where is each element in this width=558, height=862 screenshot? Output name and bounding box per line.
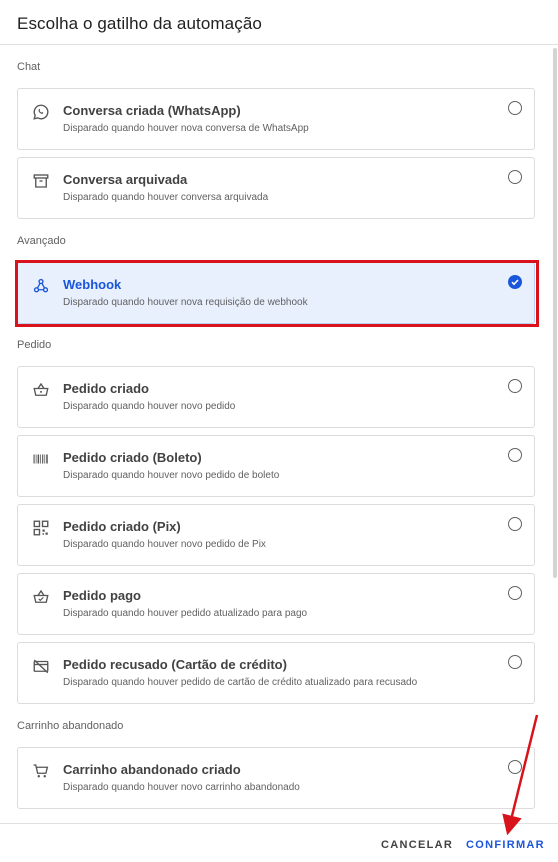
basket-icon (32, 381, 50, 399)
credit-card-off-icon (32, 657, 50, 675)
dialog-header: Escolha o gatilho da automação (0, 0, 558, 45)
card-description: Disparado quando houver nova requisição … (63, 297, 308, 308)
confirm-button[interactable]: CONFIRMAR (466, 839, 545, 851)
card-description: Disparado quando houver novo pedido de P… (63, 539, 266, 550)
section-label-pedido: Pedido (17, 339, 52, 351)
radio-button[interactable] (508, 655, 522, 669)
trigger-card-carrinho-abandonado[interactable]: Carrinho abandonado criado Disparado qua… (17, 747, 535, 809)
trigger-card-conversa-criada[interactable]: Conversa criada (WhatsApp) Disparado qua… (17, 88, 535, 150)
scrollbar-thumb[interactable] (553, 48, 557, 578)
section-label-carrinho-abandonado: Carrinho abandonado (17, 720, 124, 732)
dialog-title: Escolha o gatilho da automação (17, 14, 262, 33)
webhook-icon (32, 277, 50, 295)
whatsapp-icon (32, 103, 50, 121)
basket-check-icon (32, 588, 50, 606)
check-icon (511, 279, 519, 286)
archive-icon (32, 172, 50, 190)
card-description: Disparado quando houver novo carrinho ab… (63, 782, 300, 793)
card-description: Disparado quando houver pedido de cartão… (63, 677, 418, 688)
section-label-chat: Chat (17, 61, 41, 73)
trigger-list[interactable]: Chat Conversa criada (WhatsApp) Disparad… (0, 46, 558, 823)
trigger-dialog: Escolha o gatilho da automação Chat Conv… (0, 0, 558, 862)
card-title: Carrinho abandonado criado (63, 762, 241, 777)
trigger-card-pedido-pago[interactable]: Pedido pago Disparado quando houver pedi… (17, 573, 535, 635)
radio-button[interactable] (508, 101, 522, 115)
trigger-card-pedido-pix[interactable]: Pedido criado (Pix) Disparado quando hou… (17, 504, 535, 566)
trigger-card-webhook[interactable]: Webhook Disparado quando houver nova req… (17, 262, 535, 324)
radio-button[interactable] (508, 586, 522, 600)
card-title: Pedido pago (63, 588, 141, 603)
trigger-card-pedido-boleto[interactable]: Pedido criado (Boleto) Disparado quando … (17, 435, 535, 497)
barcode-icon (32, 450, 50, 468)
radio-button[interactable] (508, 170, 522, 184)
section-label-avancado: Avançado (17, 235, 66, 247)
radio-button[interactable] (508, 760, 522, 774)
radio-button[interactable] (508, 379, 522, 393)
trigger-card-pedido-criado[interactable]: Pedido criado Disparado quando houver no… (17, 366, 535, 428)
card-description: Disparado quando houver nova conversa de… (63, 123, 309, 134)
radio-button-checked[interactable] (508, 275, 522, 289)
trigger-card-pedido-recusado[interactable]: Pedido recusado (Cartão de crédito) Disp… (17, 642, 535, 704)
cart-icon (32, 762, 50, 780)
card-title: Pedido criado (Boleto) (63, 450, 202, 465)
card-title: Webhook (63, 277, 122, 292)
qrcode-icon (32, 519, 50, 537)
dialog-footer: CANCELAR CONFIRMAR (0, 823, 558, 862)
trigger-card-conversa-arquivada[interactable]: Conversa arquivada Disparado quando houv… (17, 157, 535, 219)
card-description: Disparado quando houver pedido atualizad… (63, 608, 308, 619)
card-title: Pedido criado (63, 381, 149, 396)
card-description: Disparado quando houver conversa arquiva… (63, 192, 269, 203)
radio-button[interactable] (508, 517, 522, 531)
card-title: Conversa arquivada (63, 172, 188, 187)
card-description: Disparado quando houver novo pedido de b… (63, 470, 280, 481)
cancel-button[interactable]: CANCELAR (381, 839, 453, 851)
card-description: Disparado quando houver novo pedido (63, 401, 236, 412)
card-title: Pedido criado (Pix) (63, 519, 181, 534)
card-title: Conversa criada (WhatsApp) (63, 103, 241, 118)
radio-button[interactable] (508, 448, 522, 462)
card-title: Pedido recusado (Cartão de crédito) (63, 657, 287, 672)
